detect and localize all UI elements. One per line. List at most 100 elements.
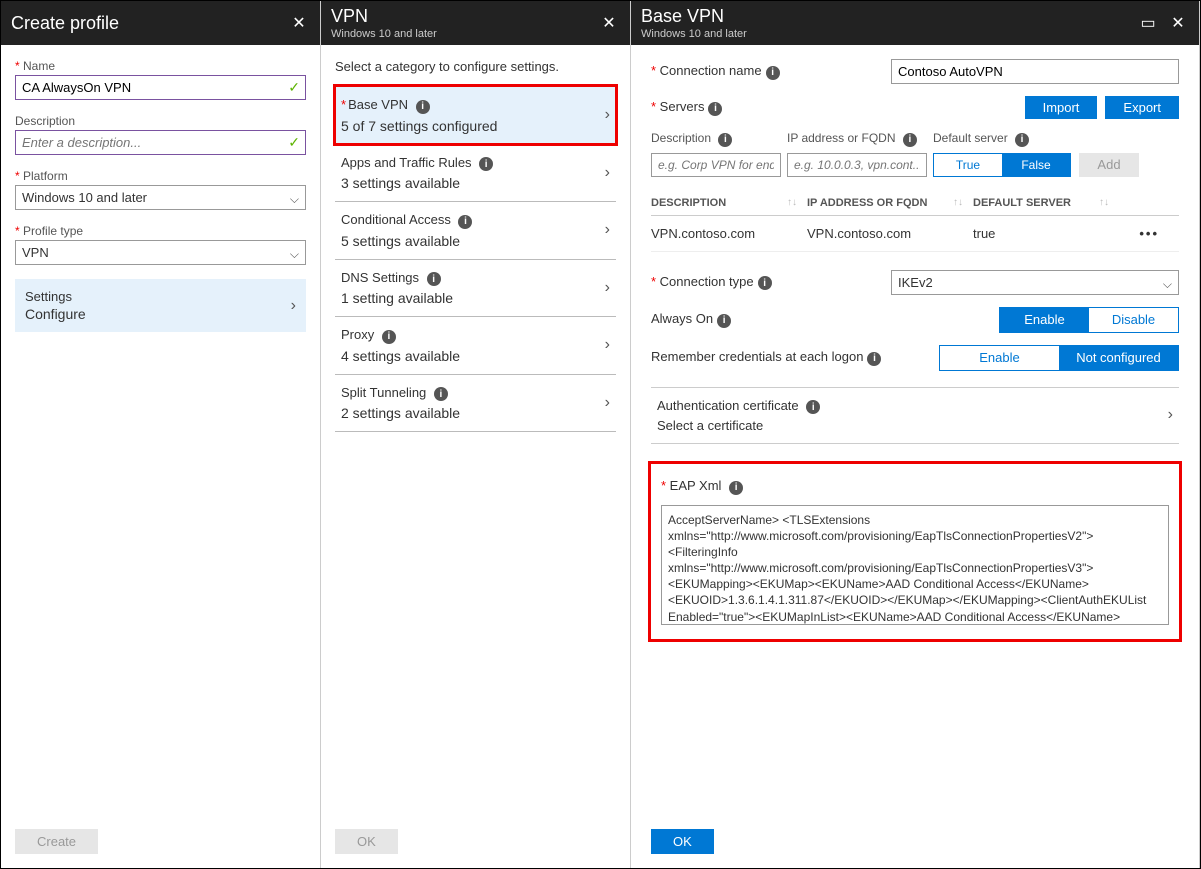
info-icon[interactable]: i <box>806 400 820 414</box>
col-default: DEFAULT SERVER↑↓ <box>973 197 1113 209</box>
connection-name-label: Connection name <box>660 63 762 78</box>
always-on-toggle[interactable]: Enable Disable <box>999 307 1179 333</box>
remember-credentials-toggle[interactable]: Enable Not configured <box>939 345 1179 371</box>
vpn-categories-pane: VPN Windows 10 and later ✕ Select a cate… <box>321 1 631 868</box>
connection-type-label: Connection type <box>660 274 754 289</box>
export-button[interactable]: Export <box>1105 96 1179 119</box>
pane-a-title: Create profile <box>11 13 119 34</box>
info-icon[interactable]: i <box>458 215 472 229</box>
name-label: Name <box>15 59 306 73</box>
always-on-label: Always On <box>651 311 713 326</box>
pane-b-subtitle: Windows 10 and later <box>331 28 437 40</box>
description-input[interactable] <box>15 130 306 155</box>
col-ip: IP ADDRESS OR FQDN↑↓ <box>807 197 967 209</box>
info-icon[interactable]: i <box>1015 133 1029 147</box>
name-input[interactable] <box>15 75 306 100</box>
cell-default: true <box>973 226 1113 241</box>
chevron-right-icon: › <box>605 336 610 354</box>
add-button[interactable]: Add <box>1079 153 1139 177</box>
sort-icon[interactable]: ↑↓ <box>1099 197 1109 208</box>
info-icon[interactable]: i <box>427 272 441 286</box>
toggle-not-configured[interactable]: Not configured <box>1059 346 1178 370</box>
toggle-enable[interactable]: Enable <box>940 346 1059 370</box>
authcert-title: Authentication certificate <box>657 398 799 413</box>
default-server-toggle[interactable]: True False <box>933 153 1071 177</box>
eap-xml-textarea[interactable]: AcceptServerName> <TLSExtensions xmlns="… <box>661 505 1169 625</box>
cell-ip: VPN.contoso.com <box>807 226 967 241</box>
settings-title: Settings <box>25 289 86 304</box>
chevron-right-icon: › <box>605 106 610 124</box>
pane-b-title: VPN <box>331 6 437 27</box>
description-label: Description <box>15 114 306 128</box>
remember-credentials-label: Remember credentials at each logon <box>651 349 863 364</box>
toggle-enable[interactable]: Enable <box>1000 308 1089 332</box>
profile-type-label: Profile type <box>15 224 306 238</box>
category-item-apps-and-traffic-rules[interactable]: Apps and Traffic Rules i3 settings avail… <box>335 144 616 202</box>
sort-icon[interactable]: ↑↓ <box>787 197 797 208</box>
chevron-right-icon: › <box>605 394 610 412</box>
info-icon[interactable]: i <box>766 66 780 80</box>
sort-icon[interactable]: ↑↓ <box>953 197 963 208</box>
col-description: DESCRIPTION↑↓ <box>651 197 801 209</box>
category-item-proxy[interactable]: Proxy i4 settings available› <box>335 316 616 374</box>
chevron-right-icon: › <box>291 297 296 315</box>
chevron-right-icon: › <box>1168 406 1173 424</box>
category-prompt: Select a category to configure settings. <box>335 59 616 74</box>
profile-type-select[interactable]: VPN ⌵ <box>15 240 306 265</box>
close-icon[interactable]: ✕ <box>598 12 620 34</box>
category-item-split-tunneling[interactable]: Split Tunneling i2 settings available› <box>335 374 616 433</box>
info-icon[interactable]: i <box>718 133 732 147</box>
platform-label: Platform <box>15 169 306 183</box>
category-item-base-vpn[interactable]: *Base VPN i5 of 7 settings configured› <box>335 86 616 144</box>
eap-xml-block: * EAP Xml i AcceptServerName> <TLSExtens… <box>651 464 1179 639</box>
info-icon[interactable]: i <box>758 276 772 290</box>
info-icon[interactable]: i <box>867 352 881 366</box>
category-item-dns-settings[interactable]: DNS Settings i1 setting available› <box>335 259 616 317</box>
connection-name-input[interactable] <box>891 59 1179 84</box>
info-icon[interactable]: i <box>903 133 917 147</box>
maximize-icon[interactable]: ▭ <box>1137 12 1159 34</box>
authentication-certificate-row[interactable]: Authentication certificate i Select a ce… <box>651 387 1179 445</box>
info-icon[interactable]: i <box>382 330 396 344</box>
ok-button[interactable]: OK <box>335 829 398 854</box>
server-ip-input[interactable] <box>787 153 927 177</box>
chevron-right-icon: › <box>605 221 610 239</box>
pane-a-header: Create profile ✕ <box>1 1 320 45</box>
toggle-disable[interactable]: Disable <box>1089 308 1178 332</box>
row-actions-icon[interactable]: ••• <box>1119 226 1159 241</box>
ok-button[interactable]: OK <box>651 829 714 854</box>
info-icon[interactable]: i <box>708 102 722 116</box>
import-button[interactable]: Import <box>1025 96 1098 119</box>
pane-c-subtitle: Windows 10 and later <box>641 28 747 40</box>
eap-xml-label: EAP Xml <box>670 478 722 493</box>
create-button[interactable]: Create <box>15 829 98 854</box>
pane-b-header: VPN Windows 10 and later ✕ <box>321 1 630 45</box>
info-icon[interactable]: i <box>729 481 743 495</box>
info-icon[interactable]: i <box>416 100 430 114</box>
toggle-false[interactable]: False <box>1002 154 1070 176</box>
connection-type-select[interactable]: IKEv2⌵ <box>891 270 1179 295</box>
server-ip-header: IP address or FQDN <box>787 131 895 145</box>
server-default-header: Default server <box>933 131 1008 145</box>
info-icon[interactable]: i <box>434 387 448 401</box>
chevron-down-icon: ⌵ <box>1163 277 1172 292</box>
settings-configure-row[interactable]: Settings Configure › <box>15 279 306 332</box>
chevron-down-icon: ⌵ <box>290 247 299 262</box>
pane-c-title: Base VPN <box>641 6 747 27</box>
chevron-right-icon: › <box>605 164 610 182</box>
table-row: VPN.contoso.com VPN.contoso.com true ••• <box>651 216 1179 252</box>
toggle-true[interactable]: True <box>934 154 1002 176</box>
create-profile-pane: Create profile ✕ Name ✓ Description ✓ <box>1 1 321 868</box>
server-desc-header: Description <box>651 131 711 145</box>
info-icon[interactable]: i <box>717 314 731 328</box>
servers-table-header: DESCRIPTION↑↓ IP ADDRESS OR FQDN↑↓ DEFAU… <box>651 191 1179 216</box>
platform-select[interactable]: Windows 10 and later ⌵ <box>15 185 306 210</box>
close-icon[interactable]: ✕ <box>1167 12 1189 34</box>
close-icon[interactable]: ✕ <box>288 12 310 34</box>
cell-description: VPN.contoso.com <box>651 226 801 241</box>
category-item-conditional-access[interactable]: Conditional Access i5 settings available… <box>335 201 616 259</box>
authcert-sub: Select a certificate <box>657 418 820 433</box>
servers-label: Servers <box>660 99 705 114</box>
server-desc-input[interactable] <box>651 153 781 177</box>
info-icon[interactable]: i <box>479 157 493 171</box>
